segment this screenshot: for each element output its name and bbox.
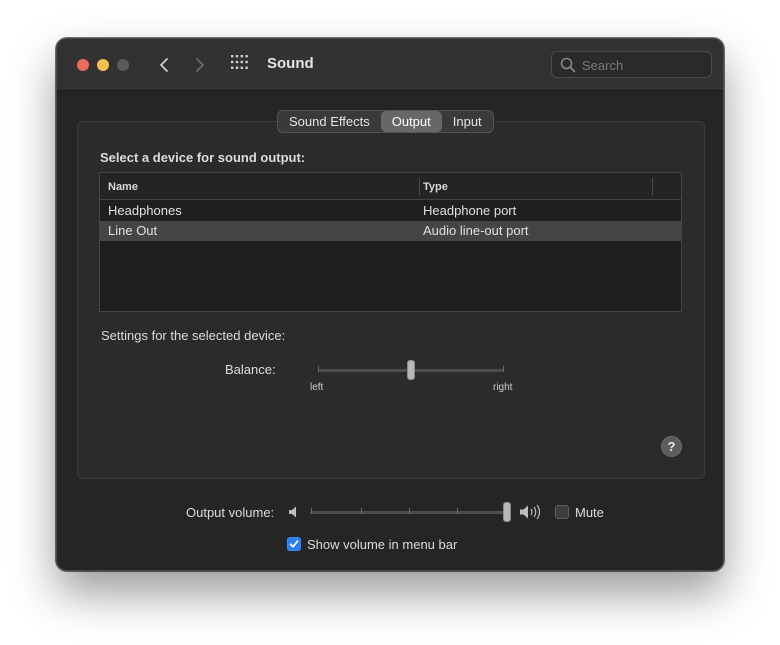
settings-label: Settings for the selected device: xyxy=(101,328,286,343)
column-header-name[interactable]: Name xyxy=(108,181,138,193)
tab-bar: Sound Effects Output Input xyxy=(277,110,494,133)
column-header-type[interactable]: Type xyxy=(423,181,448,193)
device-type: Audio line-out port xyxy=(423,223,529,238)
question-mark-icon: ? xyxy=(667,439,676,454)
tab-output[interactable]: Output xyxy=(380,111,442,132)
grid-icon xyxy=(231,55,248,69)
sound-preferences-window: Sound Search Sound Effects Output Input … xyxy=(56,38,724,571)
forward-button[interactable] xyxy=(188,53,212,77)
chevron-left-icon xyxy=(160,58,168,72)
search-icon xyxy=(560,57,576,73)
balance-right-label: right xyxy=(493,382,513,393)
show-all-button[interactable] xyxy=(230,54,254,76)
balance-thumb[interactable] xyxy=(407,360,415,380)
balance-tick xyxy=(318,366,319,372)
balance-left-label: left xyxy=(310,382,324,393)
table-row[interactable]: Headphones Headphone port xyxy=(100,201,681,221)
help-button[interactable]: ? xyxy=(661,436,682,457)
close-button[interactable] xyxy=(77,59,89,71)
volume-thumb[interactable] xyxy=(503,502,511,522)
column-divider[interactable] xyxy=(419,178,420,195)
title-bar: Sound Search xyxy=(57,39,723,91)
device-type: Headphone port xyxy=(423,203,517,218)
device-name: Line Out xyxy=(108,223,158,238)
speaker-low-icon xyxy=(289,506,296,518)
minimize-button[interactable] xyxy=(97,59,109,71)
volume-tick xyxy=(409,508,410,514)
zoom-button[interactable] xyxy=(117,59,129,71)
tab-input[interactable]: Input xyxy=(442,111,493,132)
search-field[interactable]: Search xyxy=(551,51,712,78)
table-row-selected[interactable]: Line Out Audio line-out port xyxy=(100,221,681,241)
volume-tick xyxy=(361,508,362,514)
balance-label: Balance: xyxy=(225,362,276,377)
output-device-table[interactable]: Name Type Headphones Headphone port Line… xyxy=(99,172,682,312)
checkmark-icon xyxy=(289,540,299,548)
speaker-high-icon xyxy=(520,504,541,520)
mute-checkbox[interactable] xyxy=(555,505,569,519)
show-volume-checkbox[interactable] xyxy=(287,537,301,551)
output-volume-label: Output volume: xyxy=(186,505,275,520)
table-header: Name Type xyxy=(100,173,681,200)
device-name: Headphones xyxy=(108,203,182,218)
show-volume-label[interactable]: Show volume in menu bar xyxy=(307,537,457,552)
tab-sound-effects[interactable]: Sound Effects xyxy=(278,111,381,132)
window-title: Sound xyxy=(267,55,314,72)
volume-tick xyxy=(311,508,312,514)
volume-tick xyxy=(457,508,458,514)
mute-label[interactable]: Mute xyxy=(575,505,604,520)
column-divider[interactable] xyxy=(652,178,653,195)
back-button[interactable] xyxy=(152,53,176,77)
search-placeholder: Search xyxy=(582,58,624,73)
chevron-right-icon xyxy=(196,58,204,72)
output-device-heading: Select a device for sound output: xyxy=(100,150,306,165)
balance-tick xyxy=(503,366,504,372)
